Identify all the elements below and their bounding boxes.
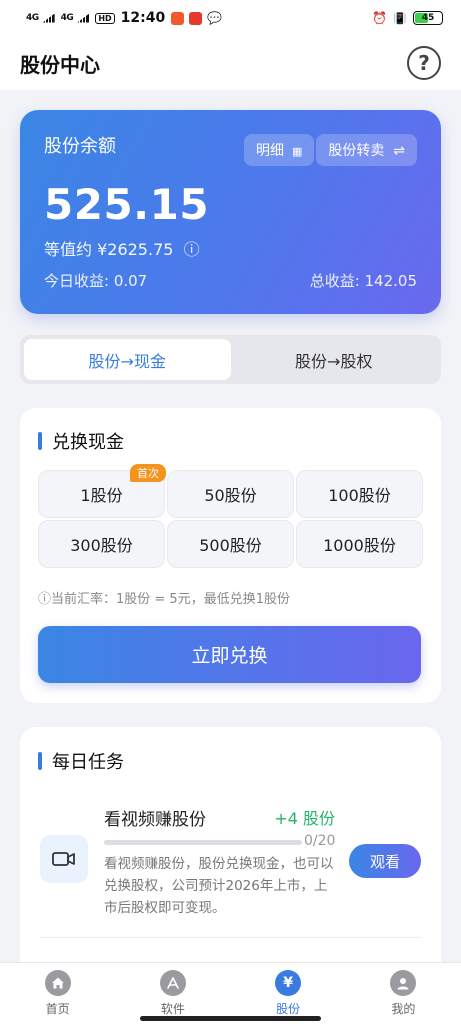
signal-icon (42, 13, 55, 23)
question-circle-icon[interactable]: ? (407, 46, 441, 80)
notification-app-icon (189, 11, 203, 25)
nav-mine[interactable]: 我的 (346, 963, 461, 1024)
home-indicator[interactable] (140, 1016, 321, 1021)
first-time-badge: 首次 (130, 464, 166, 482)
nav-software[interactable]: 软件 (115, 963, 230, 1024)
battery-icon: 45 (413, 11, 443, 25)
nav-home[interactable]: 首页 (0, 963, 115, 1024)
tab-shares-to-cash[interactable]: 股份→现金 (24, 339, 231, 380)
signal-icon (77, 13, 90, 23)
option-label: 1股份 (80, 486, 123, 505)
transfer-button[interactable]: 股份转卖 ⇌ (316, 134, 417, 166)
option-label: 1000股份 (323, 536, 396, 555)
network-label-2: 4G (60, 13, 74, 23)
task-title: 看视频赚股份 (104, 810, 206, 830)
bottom-nav: 首页 软件 ¥ 股份 我的 (0, 962, 461, 1024)
exchange-title: 兑换现金 (52, 432, 124, 453)
page-header: 股份中心 ? (0, 36, 461, 90)
exchange-now-button[interactable]: 立即兑换 (38, 626, 421, 683)
info-icon[interactable]: ⓘ (179, 240, 200, 259)
nav-label: 股份 (276, 1002, 301, 1016)
daily-title: 每日任务 (52, 752, 124, 773)
wechat-icon: 💬 (207, 11, 223, 25)
option-300-shares[interactable]: 300股份 (38, 520, 165, 568)
hd-icon: HD (95, 12, 115, 24)
task-progress-text: 0/20 (304, 833, 336, 849)
watch-button[interactable]: 观看 (349, 844, 421, 878)
clock: 12:40 (120, 10, 166, 26)
balance-equivalent-text: 等值约 ¥2625.75 (44, 240, 174, 259)
home-icon (44, 970, 71, 996)
option-label: 300股份 (70, 536, 133, 555)
option-label: 50股份 (204, 486, 257, 505)
task-reward: +4 股份 (274, 809, 335, 828)
option-label: 500股份 (199, 536, 262, 555)
detail-button[interactable]: 明细 ▦ (244, 134, 315, 166)
calendar-icon: ▦ (288, 145, 303, 158)
vibrate-icon: 📳 (393, 11, 407, 25)
task-description: 看视频赚股份，股份兑换现金，也可以兑换股权，公司预计2026年上市，上市后股权即… (104, 856, 334, 916)
nav-label: 软件 (160, 1002, 185, 1016)
title-accent-bar (38, 752, 42, 770)
exchange-options: 1股份 首次 50股份 100股份 300股份 500股份 1000股份 (38, 464, 423, 568)
video-camera-icon (40, 835, 88, 883)
option-50-shares[interactable]: 50股份 (167, 470, 294, 518)
detail-button-label: 明细 (256, 143, 285, 159)
section-title: 兑换现金 (38, 428, 124, 454)
daily-tasks-section: 每日任务 看视频赚股份 +4 股份 0/20 看视频赚股份，股份兑换现金，也可以… (20, 727, 441, 987)
balance-amount: 525.15 (44, 180, 210, 229)
tab-shares-to-equity[interactable]: 股份→股权 (231, 339, 438, 380)
divider (40, 937, 421, 938)
option-1-share[interactable]: 1股份 首次 (38, 464, 166, 518)
title-accent-bar (38, 432, 42, 450)
nav-label: 我的 (391, 1002, 416, 1016)
yen-icon: ¥ (275, 970, 302, 996)
battery-level: 45 (421, 13, 435, 23)
total-earnings: 总收益: 142.05 (309, 272, 417, 290)
balance-equivalent: 等值约 ¥2625.75 ⓘ (44, 236, 200, 260)
option-label: 100股份 (328, 486, 391, 505)
user-icon (390, 970, 417, 996)
option-1000-shares[interactable]: 1000股份 (296, 520, 423, 568)
alarm-icon: ⏰ (372, 11, 388, 25)
network-label-1: 4G (26, 13, 39, 23)
today-earnings: 今日收益: 0.07 (44, 272, 148, 290)
option-100-shares[interactable]: 100股份 (296, 470, 423, 518)
swap-icon: ⇌ (388, 143, 405, 159)
notification-app-icon (171, 11, 185, 25)
exchange-type-tabs: 股份→现金 股份→股权 (20, 335, 441, 384)
status-bar: 4G 4G HD 12:40 💬 ⏰ 📳 45 (0, 0, 461, 36)
app-store-icon (159, 970, 186, 996)
exchange-rate-note: ⓘ当前汇率：1股份 = 5元，最低兑换1股份 (38, 592, 290, 607)
exchange-cash-section: 兑换现金 1股份 首次 50股份 100股份 300股份 500股份 1000股… (20, 408, 441, 703)
transfer-button-label: 股份转卖 (328, 143, 385, 159)
nav-label: 首页 (45, 1002, 70, 1016)
nav-shares[interactable]: ¥ 股份 (231, 963, 346, 1024)
section-title: 每日任务 (38, 748, 124, 774)
page-title: 股份中心 (20, 52, 100, 77)
task-progress-bar (104, 840, 302, 845)
balance-card: 股份余额 明细 ▦ 股份转卖 ⇌ 525.15 等值约 ¥2625.75 ⓘ 今… (20, 110, 441, 314)
option-500-shares[interactable]: 500股份 (167, 520, 294, 568)
